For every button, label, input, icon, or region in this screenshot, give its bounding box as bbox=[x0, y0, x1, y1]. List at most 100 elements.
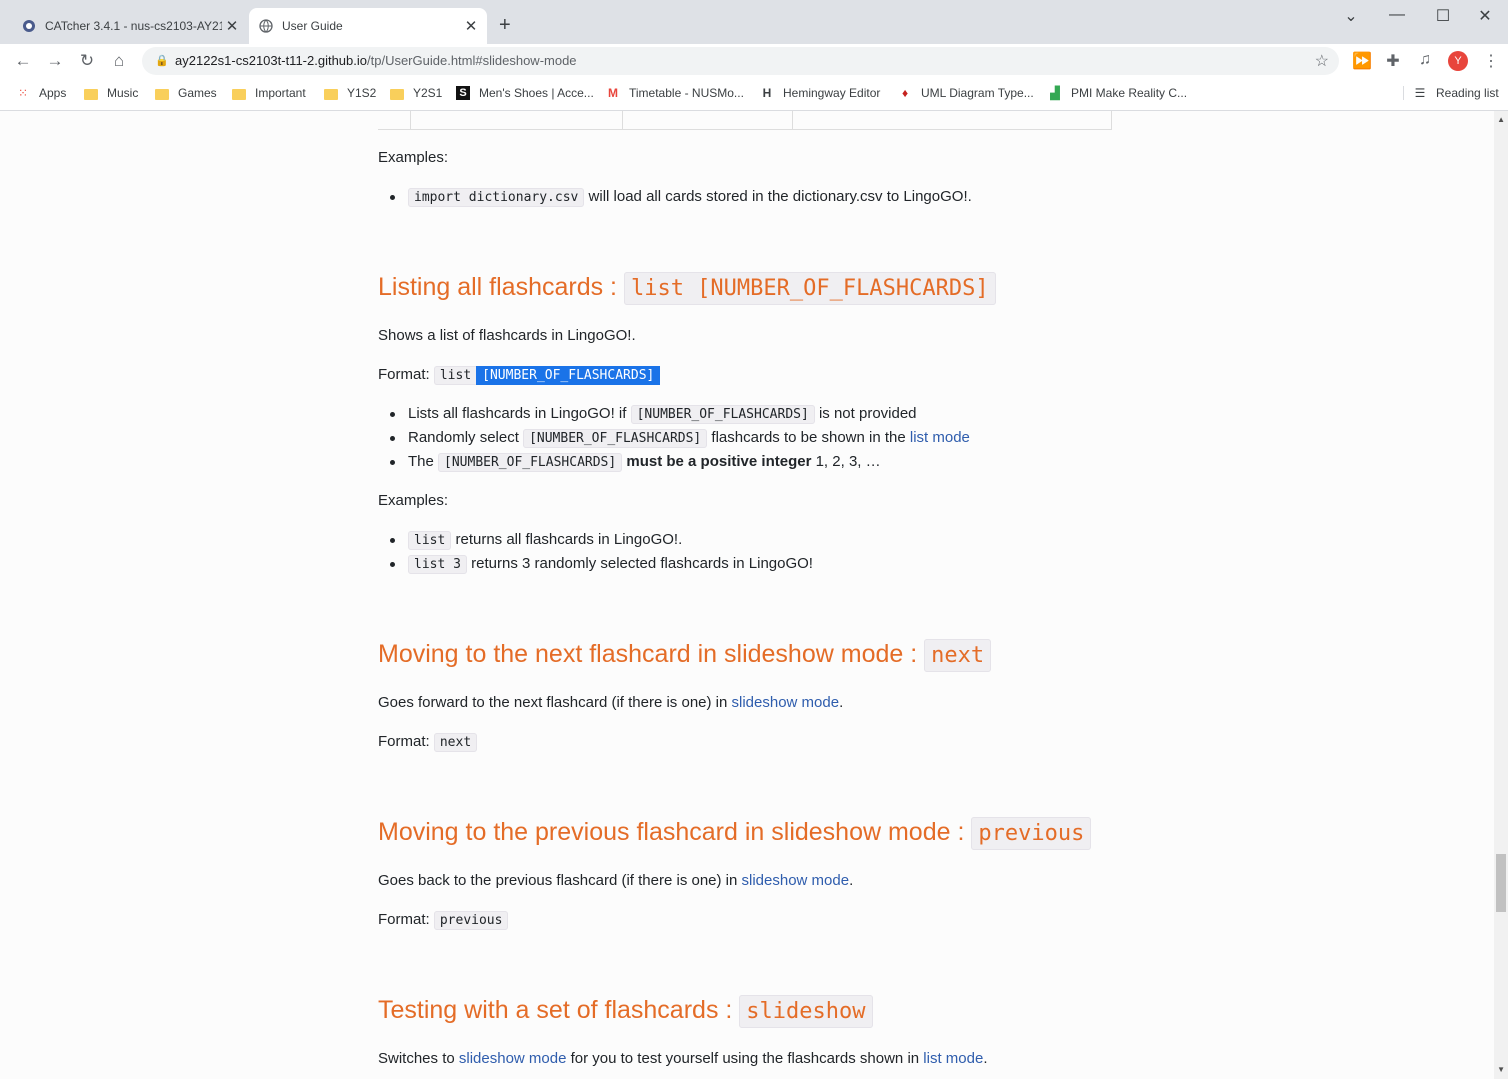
desc-text: . bbox=[983, 1050, 988, 1067]
bookmark-y2s1[interactable]: Y2S1 bbox=[390, 86, 442, 100]
new-tab-button[interactable]: + bbox=[499, 14, 511, 37]
bullet-text: 1, 2, 3, … bbox=[811, 453, 881, 470]
list-mode-link[interactable]: list mode bbox=[923, 1050, 983, 1067]
inline-code: [NUMBER_OF_FLASHCARDS] bbox=[630, 405, 815, 424]
bookmark-label: PMI Make Reality C... bbox=[1071, 86, 1188, 100]
bold-text: must be a positive integer bbox=[626, 453, 812, 470]
close-tab-icon[interactable]: ✕ bbox=[461, 17, 481, 35]
examples-label: Examples: bbox=[378, 149, 449, 166]
reload-icon[interactable]: ↻ bbox=[76, 51, 98, 71]
bookmark-games[interactable]: Games bbox=[155, 86, 217, 100]
list-item: import dictionary.csv will load all card… bbox=[378, 185, 972, 209]
tab-catcher[interactable]: CATcher 3.4.1 - nus-cs2103-AY2122S1/pe ✕ bbox=[12, 8, 248, 44]
pmi-icon: ▟ bbox=[1050, 86, 1060, 100]
bookmark-label: Important bbox=[255, 86, 306, 100]
bookmark-pmi[interactable]: ▟ PMI Make Reality C... bbox=[1048, 86, 1187, 100]
tab-user-guide[interactable]: User Guide ✕ bbox=[249, 8, 487, 44]
reading-list-label: Reading list bbox=[1436, 86, 1499, 100]
lock-icon[interactable]: 🔒 bbox=[155, 54, 169, 67]
bookmark-label: Hemingway Editor bbox=[783, 86, 881, 100]
format-label: Format: bbox=[378, 366, 434, 383]
bookmark-label: Music bbox=[107, 86, 139, 100]
bookmark-music[interactable]: Music bbox=[84, 86, 138, 100]
bullet-text: Lists all flashcards in LingoGO! if bbox=[408, 405, 631, 422]
scroll-down-arrow-icon[interactable]: ▼ bbox=[1497, 1065, 1505, 1074]
list-item: list returns all flashcards in LingoGO!. bbox=[378, 528, 813, 552]
slideshow-mode-link[interactable]: slideshow mode bbox=[742, 872, 850, 889]
scroll-up-arrow-icon[interactable]: ▲ bbox=[1497, 115, 1505, 124]
list-item: Randomly select [NUMBER_OF_FLASHCARDS] f… bbox=[378, 426, 970, 450]
url-path: /tp/UserGuide.html#slideshow-mode bbox=[367, 53, 577, 68]
page-scrollbar[interactable]: ▲ ▼ bbox=[1494, 111, 1508, 1079]
inline-code: [NUMBER_OF_FLASHCARDS] bbox=[523, 429, 708, 448]
extension-icon[interactable]: ⏩ bbox=[1351, 51, 1373, 71]
list-description: Shows a list of flashcards in LingoGO!. bbox=[378, 327, 636, 344]
list-rules: Lists all flashcards in LingoGO! if [NUM… bbox=[378, 402, 970, 474]
close-tab-icon[interactable]: ✕ bbox=[222, 17, 242, 35]
hemingway-icon: H bbox=[762, 86, 772, 100]
bookmark-uml[interactable]: ♦ UML Diagram Type... bbox=[898, 86, 1034, 100]
section-heading-previous: Moving to the previous flashcard in slid… bbox=[378, 817, 1092, 850]
home-icon[interactable]: ⌂ bbox=[108, 51, 130, 71]
example-text: will load all cards stored in the dictio… bbox=[584, 188, 972, 205]
bookmark-label: Y2S1 bbox=[413, 86, 443, 100]
list-item: The [NUMBER_OF_FLASHCARDS] must be a pos… bbox=[378, 450, 970, 474]
slideshow-mode-link[interactable]: slideshow mode bbox=[732, 694, 840, 711]
example-text: returns 3 randomly selected flashcards i… bbox=[466, 555, 813, 572]
url-text[interactable]: ay2122s1-cs2103t-t11-2.github.io/tp/User… bbox=[175, 53, 577, 68]
format-label: Format: bbox=[378, 911, 434, 928]
media-control-icon[interactable]: ♫ bbox=[1414, 51, 1436, 69]
section-heading-next: Moving to the next flashcard in slidesho… bbox=[378, 639, 992, 672]
list-mode-link[interactable]: list mode bbox=[910, 429, 970, 446]
bookmark-hemingway[interactable]: H Hemingway Editor bbox=[760, 86, 881, 100]
scrollbar-thumb[interactable] bbox=[1496, 854, 1506, 912]
menu-kebab-icon[interactable]: ⋮ bbox=[1480, 51, 1502, 71]
inline-code: list 3 bbox=[408, 555, 467, 574]
heading-code: next bbox=[924, 639, 992, 672]
folder-icon bbox=[390, 88, 404, 100]
profile-avatar[interactable]: Y bbox=[1448, 51, 1468, 71]
inline-code: next bbox=[433, 733, 478, 752]
inline-code: previous bbox=[433, 911, 509, 930]
apps-grid-icon: ⁙ bbox=[17, 86, 29, 100]
bookmark-important[interactable]: Important bbox=[232, 86, 306, 100]
slideshow-mode-link[interactable]: slideshow mode bbox=[459, 1050, 567, 1067]
bookmark-apps[interactable]: ⁙ Apps bbox=[16, 86, 66, 100]
bookmark-label: Y1S2 bbox=[347, 86, 377, 100]
inline-code: list bbox=[408, 531, 452, 550]
inline-code: import dictionary.csv bbox=[408, 188, 585, 207]
list-item: list 3 returns 3 randomly selected flash… bbox=[378, 552, 813, 576]
desc-text: Goes back to the previous flashcard (if … bbox=[378, 872, 742, 889]
reading-list-button[interactable]: ☰ Reading list bbox=[1403, 86, 1499, 100]
example-text: returns all flashcards in LingoGO!. bbox=[451, 531, 683, 548]
examples-label: Examples: bbox=[378, 492, 449, 509]
maximize-icon[interactable]: ☐ bbox=[1420, 6, 1466, 26]
tab-search-icon[interactable]: ⌄ bbox=[1328, 6, 1374, 26]
bookmark-label: Games bbox=[178, 86, 217, 100]
next-description: Goes forward to the next flashcard (if t… bbox=[378, 694, 843, 711]
address-bar[interactable]: 🔒 ay2122s1-cs2103t-t11-2.github.io/tp/Us… bbox=[142, 47, 1339, 75]
bookmark-label: Men's Shoes | Acce... bbox=[479, 86, 594, 100]
puzzle-extensions-icon[interactable]: ✚ bbox=[1382, 51, 1404, 71]
bullet-text: flashcards to be shown in the bbox=[707, 429, 910, 446]
minimize-icon[interactable]: — bbox=[1374, 6, 1420, 24]
folder-icon bbox=[232, 88, 246, 100]
bookmark-timetable[interactable]: M Timetable - NUSMo... bbox=[606, 86, 744, 100]
desc-text: Switches to bbox=[378, 1050, 459, 1067]
forward-arrow-icon[interactable]: → bbox=[44, 51, 66, 71]
import-examples-list: import dictionary.csv will load all card… bbox=[378, 185, 972, 209]
heading-code: list [NUMBER_OF_FLASHCARDS] bbox=[623, 272, 996, 305]
heading-code: previous bbox=[971, 817, 1092, 850]
list-item: Lists all flashcards in LingoGO! if [NUM… bbox=[378, 402, 970, 426]
bookmark-mens-shoes[interactable]: S Men's Shoes | Acce... bbox=[456, 86, 594, 100]
close-window-icon[interactable]: ✕ bbox=[1462, 6, 1508, 26]
tab-strip: CATcher 3.4.1 - nus-cs2103-AY2122S1/pe ✕… bbox=[0, 0, 1508, 44]
desc-text: . bbox=[849, 872, 854, 889]
bookmark-star-icon[interactable]: ☆ bbox=[1315, 51, 1329, 71]
back-arrow-icon[interactable]: ← bbox=[12, 51, 34, 71]
folder-icon bbox=[324, 88, 338, 100]
heading-text: Listing all flashcards : bbox=[378, 273, 624, 301]
next-format: Format: next bbox=[378, 733, 478, 752]
globe-icon bbox=[259, 19, 273, 33]
bookmark-y1s2[interactable]: Y1S2 bbox=[324, 86, 376, 100]
